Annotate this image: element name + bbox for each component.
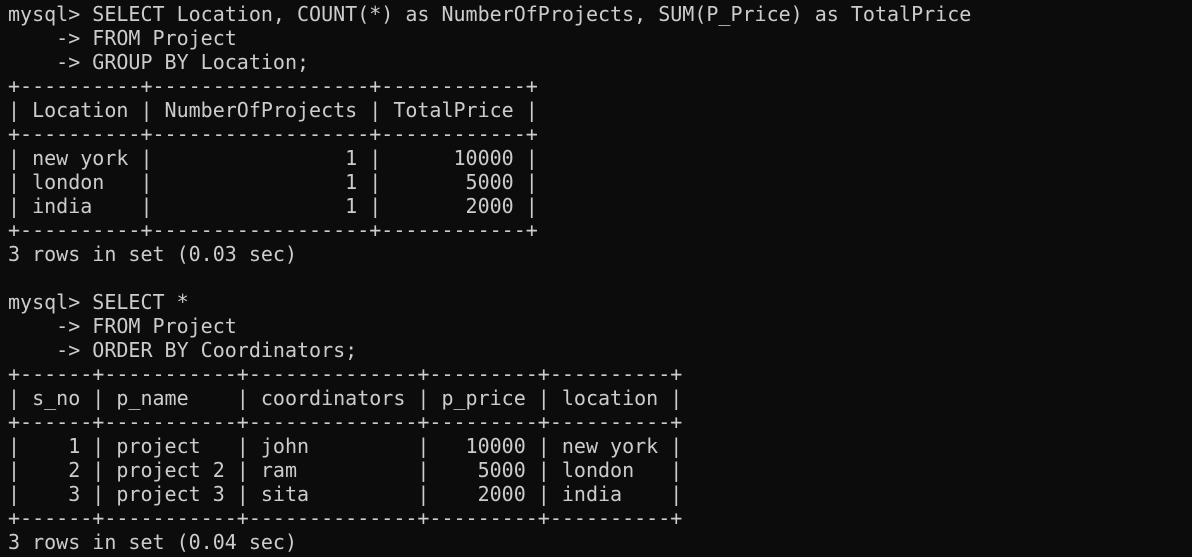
table1-row: | india | 1 | 2000 |: [8, 194, 538, 218]
table1-border-bottom: +----------+------------------+---------…: [8, 218, 538, 242]
table1-border-header: +----------+------------------+---------…: [8, 122, 538, 146]
table1-row: | new york | 1 | 10000 |: [8, 146, 538, 170]
query1-continuation-from: -> FROM Project: [8, 26, 237, 50]
table1-row: | london | 1 | 5000 |: [8, 170, 538, 194]
table2-border-top: +------+-----------+--------------+-----…: [8, 362, 683, 386]
query2-prompt-line: mysql> SELECT *: [8, 290, 189, 314]
query2-continuation-orderby: -> ORDER BY Coordinators;: [8, 338, 358, 362]
table2-row: | 2 | project 2 | ram | 5000 | london |: [8, 458, 683, 482]
table2-border-header: +------+-----------+--------------+-----…: [8, 410, 683, 434]
terminal-window[interactable]: mysql> SELECT Location, COUNT(*) as Numb…: [0, 0, 1192, 557]
table1-header-row: | Location | NumberOfProjects | TotalPri…: [8, 98, 538, 122]
table2-row: | 3 | project 3 | sita | 2000 | india |: [8, 482, 683, 506]
table2-row: | 1 | project | john | 10000 | new york …: [8, 434, 683, 458]
query1-prompt-line: mysql> SELECT Location, COUNT(*) as Numb…: [8, 2, 972, 26]
query2-continuation-from: -> FROM Project: [8, 314, 237, 338]
table2-border-bottom: +------+-----------+--------------+-----…: [8, 506, 683, 530]
table2-header-row: | s_no | p_name | coordinators | p_price…: [8, 386, 683, 410]
table2-status: 3 rows in set (0.04 sec): [8, 530, 297, 554]
query1-continuation-groupby: -> GROUP BY Location;: [8, 50, 310, 74]
table1-border-top: +----------+------------------+---------…: [8, 74, 538, 98]
table1-status: 3 rows in set (0.03 sec): [8, 242, 297, 266]
